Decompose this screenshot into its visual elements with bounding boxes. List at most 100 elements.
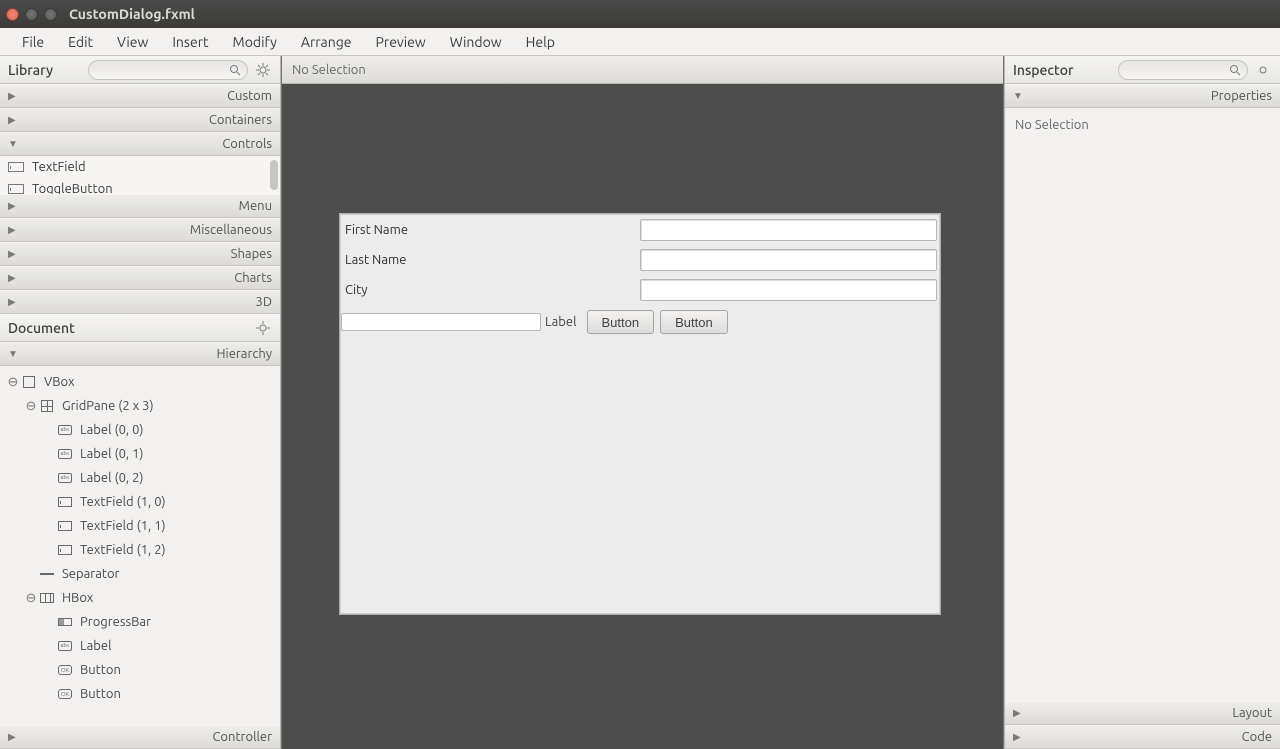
tree-node-label: HBox bbox=[62, 591, 93, 605]
window-close-button[interactable] bbox=[6, 8, 19, 21]
form-label-firstname[interactable]: First Name bbox=[341, 215, 640, 245]
tree-node-icon bbox=[56, 545, 74, 555]
document-section-hierarchy[interactable]: ▼Hierarchy bbox=[0, 342, 280, 366]
tree-node[interactable]: TextField (1, 2) bbox=[0, 538, 280, 562]
tree-node-icon bbox=[56, 521, 74, 531]
menu-preview[interactable]: Preview bbox=[364, 30, 438, 54]
form-button-2[interactable]: Button bbox=[660, 310, 728, 334]
library-section-3d[interactable]: ▶3D bbox=[0, 290, 280, 314]
tree-node[interactable]: abcLabel (0, 2) bbox=[0, 466, 280, 490]
form-textfield-city[interactable] bbox=[640, 279, 937, 301]
inspector-section-layout[interactable]: ▶Layout bbox=[1005, 701, 1280, 725]
inspector-title: Inspector bbox=[1013, 62, 1073, 78]
menu-window[interactable]: Window bbox=[438, 30, 514, 54]
library-scrollbar-thumb[interactable] bbox=[270, 160, 278, 190]
form-label-lastname[interactable]: Last Name bbox=[341, 245, 640, 275]
library-section-containers[interactable]: ▶Containers bbox=[0, 108, 280, 132]
window-title: CustomDialog.fxml bbox=[69, 6, 195, 22]
menu-insert[interactable]: Insert bbox=[160, 30, 220, 54]
document-tree: ⊖VBox⊖GridPane (2 x 3)abcLabel (0, 0)abc… bbox=[0, 366, 280, 725]
inspector-no-selection-text: No Selection bbox=[1015, 118, 1089, 132]
window-minimize-button[interactable] bbox=[25, 8, 38, 21]
menu-view[interactable]: View bbox=[105, 30, 160, 54]
tree-node-label: Label (0, 2) bbox=[80, 471, 144, 485]
library-section-menu[interactable]: ▶Menu bbox=[0, 194, 280, 218]
tree-node-label: GridPane (2 x 3) bbox=[62, 399, 154, 413]
library-item-textfield[interactable]: TextField bbox=[0, 156, 280, 178]
tree-node[interactable]: ProgressBar bbox=[0, 610, 280, 634]
inspector-section-code[interactable]: ▶Code bbox=[1005, 725, 1280, 749]
document-header: Document bbox=[0, 314, 280, 342]
tree-node-icon bbox=[56, 618, 74, 626]
tree-node-label: VBox bbox=[44, 375, 75, 389]
library-controls-list: TextField ToggleButton bbox=[0, 156, 280, 194]
tree-node-label: Label (0, 1) bbox=[80, 447, 144, 461]
tree-node[interactable]: abcLabel bbox=[0, 634, 280, 658]
tree-node[interactable]: abc Label (0, 1) bbox=[0, 442, 280, 466]
tree-node-label: Button bbox=[80, 687, 121, 701]
menu-modify[interactable]: Modify bbox=[221, 30, 289, 54]
search-icon bbox=[229, 64, 241, 76]
search-icon bbox=[1229, 64, 1241, 76]
gear-icon bbox=[256, 63, 270, 77]
tree-node-icon bbox=[38, 593, 56, 603]
tree-expand-icon[interactable]: ⊖ bbox=[6, 375, 20, 390]
library-options-button[interactable] bbox=[254, 61, 272, 79]
gear-icon bbox=[1256, 63, 1270, 77]
tree-node[interactable]: OK Button bbox=[0, 682, 280, 706]
tree-expand-icon[interactable]: ⊖ bbox=[24, 591, 38, 606]
tree-node-icon: OK bbox=[56, 689, 74, 699]
form-textfield-firstname[interactable] bbox=[640, 219, 937, 241]
tree-node[interactable]: ⊖ HBox bbox=[0, 586, 280, 610]
form-progressbar[interactable] bbox=[341, 313, 541, 331]
gear-icon bbox=[256, 321, 270, 335]
tree-expand-icon[interactable]: ⊖ bbox=[24, 399, 38, 414]
tree-node-label: TextField (1, 1) bbox=[80, 519, 166, 533]
inspector-section-properties[interactable]: ▼Properties bbox=[1005, 84, 1280, 108]
center-panel: No Selection First Name Last Name City L… bbox=[281, 56, 1004, 749]
menu-help[interactable]: Help bbox=[514, 30, 567, 54]
tree-node-icon: OK bbox=[56, 665, 74, 675]
tree-node[interactable]: TextField (1, 1) bbox=[0, 514, 280, 538]
tree-node-icon bbox=[38, 573, 56, 575]
document-section-controller[interactable]: ▶Controller bbox=[0, 725, 280, 749]
inspector-body: No Selection bbox=[1005, 108, 1280, 701]
preview-vbox[interactable]: First Name Last Name City Label Button B… bbox=[340, 214, 940, 614]
document-options-button[interactable] bbox=[254, 319, 272, 337]
tree-node[interactable]: Separator bbox=[0, 562, 280, 586]
menu-edit[interactable]: Edit bbox=[56, 30, 105, 54]
library-section-controls[interactable]: ▼Controls bbox=[0, 132, 280, 156]
tree-node-icon: abc bbox=[56, 449, 74, 459]
inspector-options-button[interactable] bbox=[1254, 61, 1272, 79]
tree-node-icon bbox=[38, 400, 56, 412]
inspector-search-input[interactable] bbox=[1118, 60, 1248, 80]
library-search-input[interactable] bbox=[88, 60, 248, 80]
library-section-miscellaneous[interactable]: ▶Miscellaneous bbox=[0, 218, 280, 242]
form-label-city[interactable]: City bbox=[341, 275, 640, 305]
form-button-1[interactable]: Button bbox=[587, 310, 655, 334]
form-hbox-label[interactable]: Label bbox=[541, 315, 581, 329]
selection-path-text: No Selection bbox=[292, 63, 366, 77]
tree-node-icon bbox=[56, 497, 74, 507]
left-panel: Library ▶Custom ▶Containers ▼Controls Te… bbox=[0, 56, 281, 749]
tree-node[interactable]: ⊖ GridPane (2 x 3) bbox=[0, 394, 280, 418]
form-textfield-lastname[interactable] bbox=[640, 249, 937, 271]
tree-node-label: Label bbox=[80, 639, 112, 653]
menu-arrange[interactable]: Arrange bbox=[289, 30, 364, 54]
tree-node-label: TextField (1, 0) bbox=[80, 495, 166, 509]
library-item-togglebutton[interactable]: ToggleButton bbox=[0, 178, 280, 194]
library-section-custom[interactable]: ▶Custom bbox=[0, 84, 280, 108]
tree-node[interactable]: ⊖ VBox bbox=[0, 370, 280, 394]
window-maximize-button[interactable] bbox=[44, 8, 57, 21]
tree-node-icon bbox=[20, 376, 38, 388]
tree-node-icon: abc bbox=[56, 425, 74, 435]
library-header: Library bbox=[0, 56, 280, 84]
tree-node-label: Button bbox=[80, 663, 121, 677]
tree-node[interactable]: TextField (1, 0) bbox=[0, 490, 280, 514]
design-canvas[interactable]: First Name Last Name City Label Button B… bbox=[282, 84, 1003, 749]
menu-file[interactable]: File bbox=[10, 30, 56, 54]
tree-node[interactable]: abcLabel (0, 0) bbox=[0, 418, 280, 442]
tree-node[interactable]: OK Button bbox=[0, 658, 280, 682]
library-section-charts[interactable]: ▶Charts bbox=[0, 266, 280, 290]
library-section-shapes[interactable]: ▶Shapes bbox=[0, 242, 280, 266]
